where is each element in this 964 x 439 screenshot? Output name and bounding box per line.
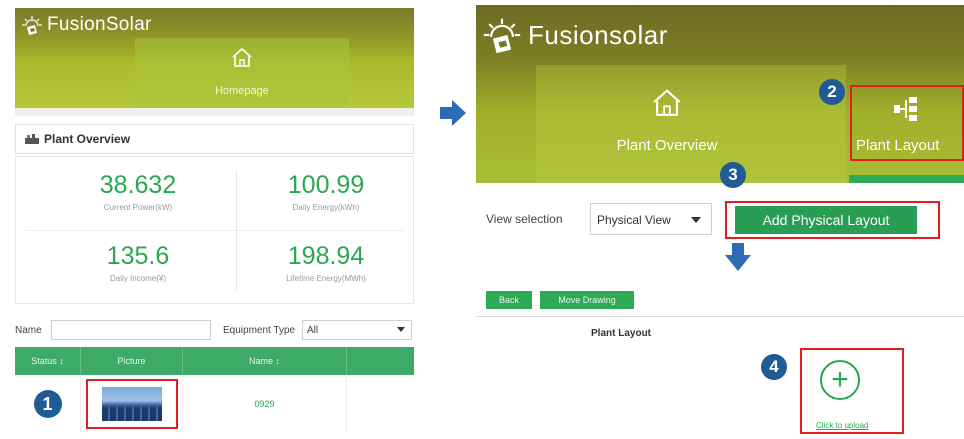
arrow-down-icon: [725, 243, 751, 271]
stat-current-power: 38.632 Current Power(kW): [48, 171, 228, 212]
home-icon: [232, 47, 252, 67]
empty-cell: [347, 375, 414, 433]
stat-value: 135.6: [106, 242, 170, 270]
stat-label: Daily Income(¥): [109, 274, 166, 283]
homepage-panel: FusionSolar Homepage Plant Overview 38.6…: [15, 8, 414, 434]
view-selection-select[interactable]: Physical View: [590, 203, 712, 235]
back-button[interactable]: Back: [486, 291, 532, 309]
arrow-right-icon: [440, 100, 466, 126]
layout-title: Plant Layout: [591, 328, 652, 339]
plus-icon[interactable]: +: [820, 360, 860, 400]
view-selection-bar: View selection Physical View Add Physica…: [486, 201, 964, 239]
stat-value: 100.99: [287, 171, 365, 199]
divider: [15, 108, 414, 116]
equipment-type-label: Equipment Type: [223, 325, 296, 336]
step-badge-1: 1: [33, 390, 62, 418]
layout-toolbar: Back Move Drawing: [486, 291, 642, 309]
active-tab-indicator: [849, 175, 964, 183]
stat-daily-energy: 100.99 Daily Energy(kWh): [236, 171, 416, 212]
plant-icon: [25, 134, 39, 144]
name-filter-label: Name: [15, 325, 42, 336]
table-header: Status ↕ Picture Name ↕: [15, 347, 414, 375]
home-icon: [653, 89, 681, 116]
step-badge-4: 4: [761, 354, 787, 380]
highlight-box[interactable]: [85, 379, 178, 429]
layout-tree-icon: [894, 97, 917, 121]
stat-value: 38.632: [99, 171, 177, 199]
tab-homepage-label: Homepage: [215, 85, 269, 97]
status-cell: 1: [15, 375, 81, 433]
section-title-label: Plant Overview: [44, 132, 131, 146]
stat-label: Lifetime Energy(MWh): [286, 274, 366, 283]
column-header-empty: [347, 347, 414, 375]
sun-logo-icon: [483, 18, 521, 54]
app-header: FusionSolar Homepage: [15, 8, 414, 112]
plant-layout-panel: Fusionsolar Plant Overview Plant Layout …: [476, 5, 964, 439]
table-row[interactable]: 1 0929: [15, 375, 414, 433]
filter-bar: Name Equipment Type All: [15, 320, 414, 342]
chevron-down-icon: [691, 217, 701, 223]
brand-logo: FusionSolar: [21, 14, 152, 36]
stat-label: Current Power(kW): [103, 203, 173, 212]
move-drawing-button[interactable]: Move Drawing: [540, 291, 634, 309]
tab-plant-overview[interactable]: Plant Overview: [536, 65, 846, 183]
name-filter-input[interactable]: [51, 320, 211, 340]
highlight-box: Add Physical Layout: [725, 201, 940, 239]
picture-cell: [81, 375, 183, 433]
section-title: Plant Overview: [15, 124, 414, 154]
view-selection-value: Physical View: [597, 213, 671, 227]
equipment-type-value: All: [307, 325, 319, 336]
plant-name-link[interactable]: 0929: [254, 399, 274, 409]
tab-plant-layout[interactable]: Plant Layout: [850, 85, 964, 161]
stat-value: 198.94: [287, 242, 365, 270]
divider: [26, 230, 404, 231]
upload-area[interactable]: + Click to upload: [800, 348, 904, 434]
stats-card: 38.632 Current Power(kW) 100.99 Daily En…: [15, 156, 414, 304]
stat-daily-income: 135.6 Daily Income(¥): [48, 242, 228, 283]
column-header-name[interactable]: Name ↕: [183, 347, 347, 375]
upload-link[interactable]: Click to upload: [816, 421, 868, 430]
brand-name: Fusionsolar: [528, 19, 668, 50]
column-header-picture: Picture: [81, 347, 183, 375]
name-cell: 0929: [183, 375, 347, 433]
tab-plant-layout-label: Plant Layout: [856, 137, 940, 154]
tab-homepage[interactable]: Homepage: [135, 38, 349, 112]
sun-logo-icon: [22, 16, 42, 35]
step-badge-2: 2: [819, 79, 845, 105]
brand-name: FusionSolar: [47, 14, 152, 35]
app-header: Fusionsolar Plant Overview Plant Layout …: [476, 5, 964, 183]
stat-lifetime-energy: 198.94 Lifetime Energy(MWh): [236, 242, 416, 283]
step-badge-3: 3: [720, 162, 746, 188]
stat-label: Daily Energy(kWh): [292, 203, 360, 212]
brand-logo: Fusionsolar: [482, 15, 668, 55]
view-selection-label: View selection: [486, 212, 563, 226]
plant-picture-thumbnail[interactable]: [101, 387, 162, 421]
column-header-status[interactable]: Status ↕: [15, 347, 81, 375]
add-physical-layout-button[interactable]: Add Physical Layout: [735, 206, 917, 234]
chevron-down-icon: [397, 327, 405, 332]
tab-plant-overview-label: Plant Overview: [616, 137, 718, 154]
equipment-type-select[interactable]: All: [302, 320, 412, 340]
divider: [476, 316, 964, 317]
